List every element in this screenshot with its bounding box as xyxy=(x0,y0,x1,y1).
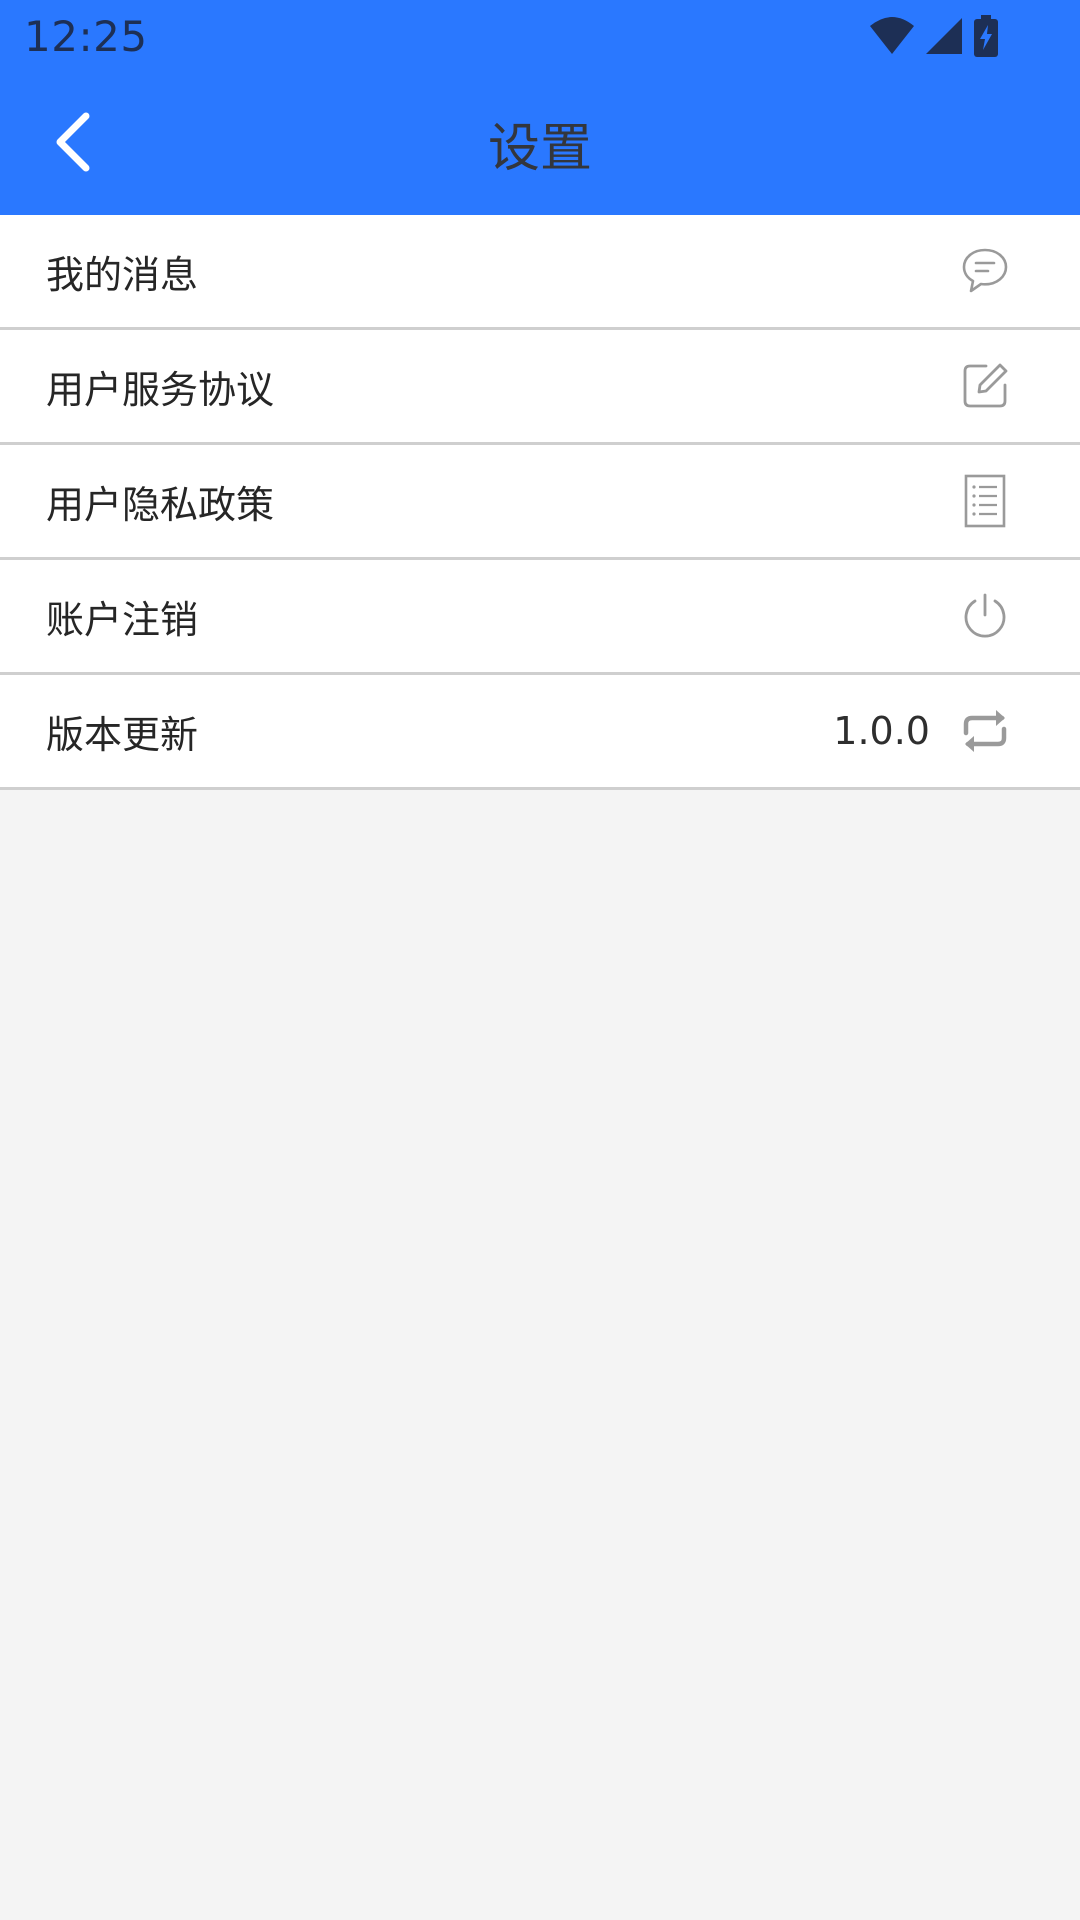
version-number: 1.0.0 xyxy=(833,709,930,753)
status-icons xyxy=(868,14,1000,58)
document-list-icon xyxy=(958,474,1012,528)
wifi-icon xyxy=(868,16,916,56)
settings-item-service-agreement[interactable]: 用户服务协议 xyxy=(0,330,1080,445)
settings-item-label: 用户隐私政策 xyxy=(46,482,275,527)
settings-item-label: 用户服务协议 xyxy=(46,367,275,412)
battery-charging-icon xyxy=(972,15,1000,57)
status-bar: 12:25 xyxy=(0,0,1080,72)
page-title: 设置 xyxy=(487,119,592,179)
settings-item-privacy-policy[interactable]: 用户隐私政策 xyxy=(0,445,1080,560)
chat-bubble-icon xyxy=(958,244,1012,298)
settings-item-delete-account[interactable]: 账户注销 xyxy=(0,560,1080,675)
settings-item-label: 版本更新 xyxy=(46,712,199,757)
settings-item-messages[interactable]: 我的消息 xyxy=(0,215,1080,330)
status-time: 12:25 xyxy=(24,12,148,61)
settings-item-version-update[interactable]: 版本更新 1.0.0 xyxy=(0,675,1080,790)
edit-icon xyxy=(958,359,1012,413)
app-bar: 设置 xyxy=(0,72,1080,215)
settings-item-label: 账户注销 xyxy=(46,597,199,642)
chevron-left-icon xyxy=(50,110,94,178)
refresh-icon xyxy=(958,704,1012,758)
power-icon xyxy=(958,589,1012,643)
settings-list: 我的消息 用户服务协议 用户隐私政策 账户注销 版本更新 1.0.0 xyxy=(0,215,1080,790)
top-bar: 12:25 设置 xyxy=(0,0,1080,215)
back-button[interactable] xyxy=(40,102,104,186)
cell-signal-icon xyxy=(924,16,964,56)
settings-item-label: 我的消息 xyxy=(46,252,199,297)
